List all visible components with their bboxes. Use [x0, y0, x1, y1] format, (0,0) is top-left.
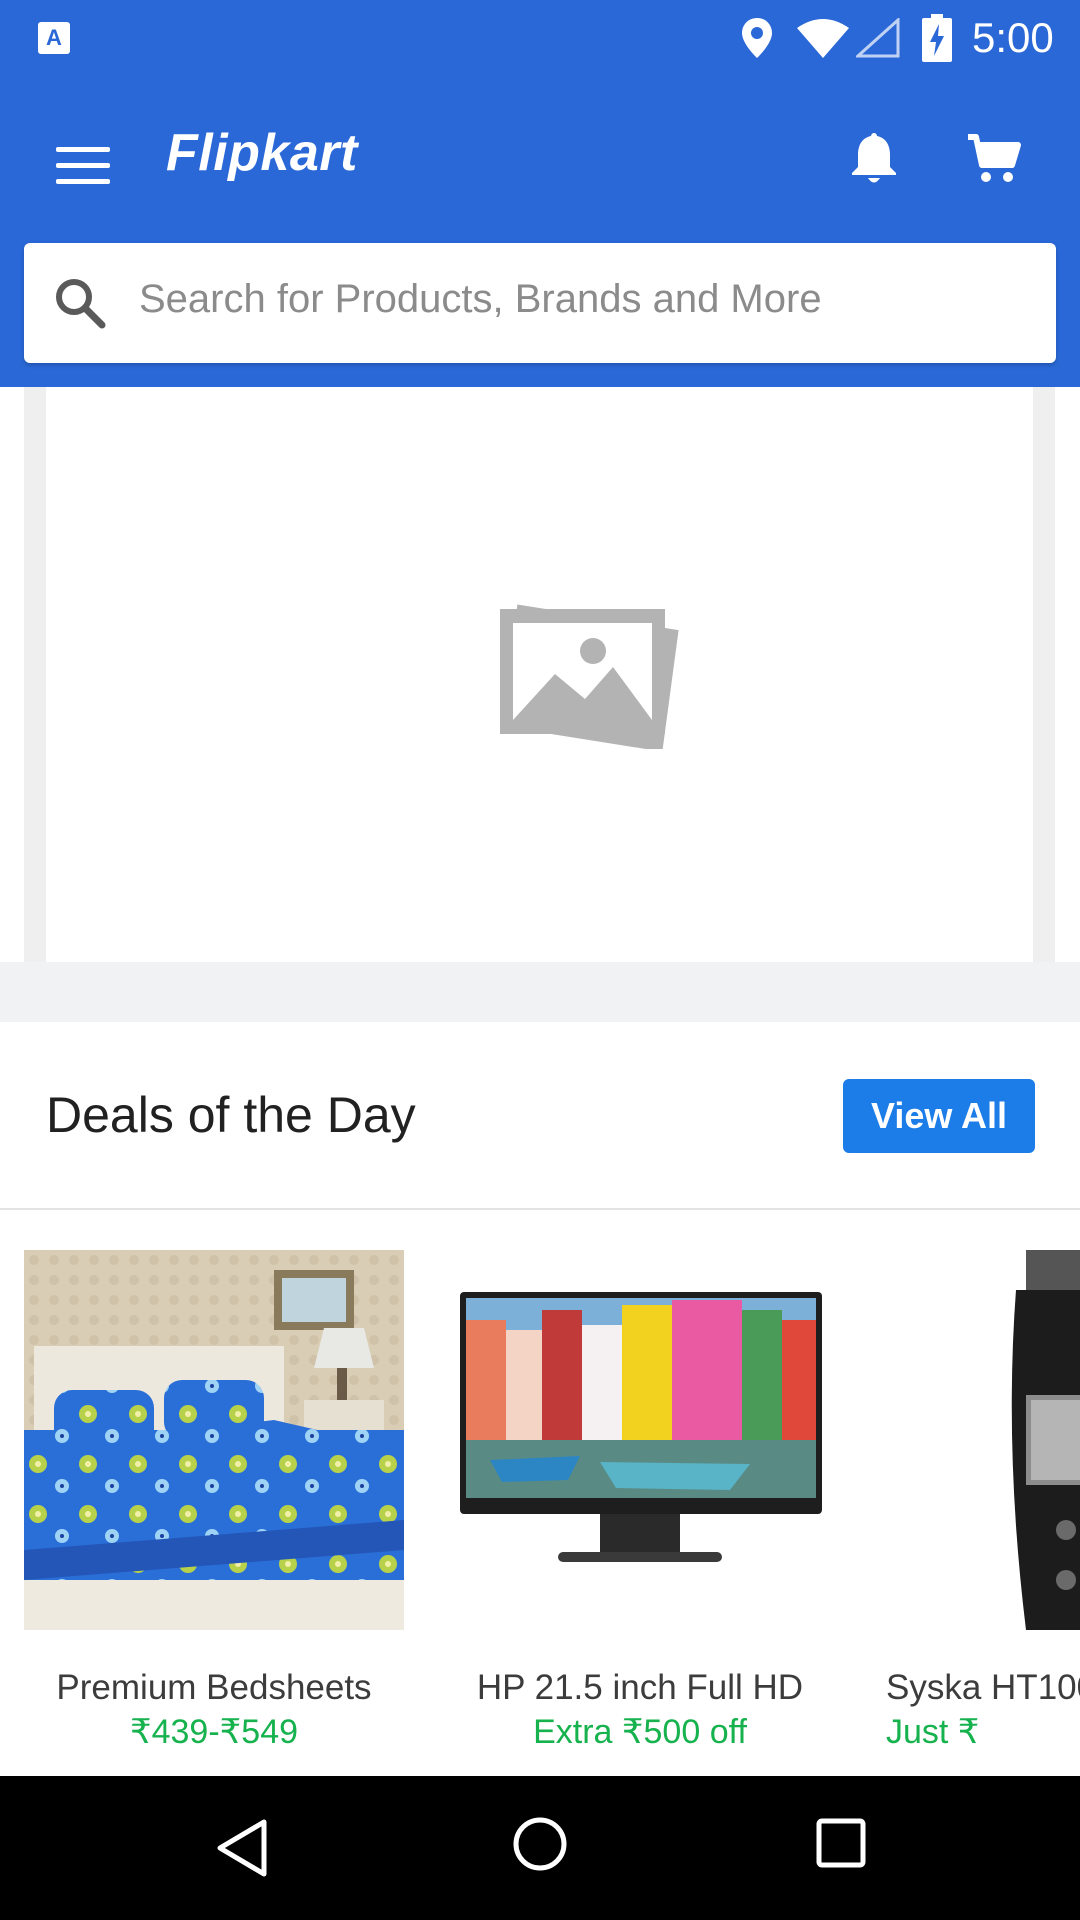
location-icon: [742, 18, 772, 58]
banner-carousel[interactable]: [0, 387, 1080, 962]
product-offer: Just ₹: [886, 1713, 980, 1751]
system-nav-bar: [0, 1776, 1080, 1920]
product-offer: Extra ₹500 off: [533, 1713, 747, 1751]
search-icon: [56, 279, 106, 329]
section-divider: [0, 962, 1080, 1022]
search-input[interactable]: Search for Products, Brands and More: [24, 243, 1056, 363]
signal-icon: [856, 18, 900, 58]
back-icon[interactable]: [212, 1816, 272, 1880]
product-offer: ₹439-₹549: [129, 1713, 299, 1751]
banner-card[interactable]: [47, 387, 1032, 962]
notification-app-icon: A: [38, 22, 70, 54]
battery-charging-icon: [922, 14, 952, 62]
recents-icon[interactable]: [816, 1818, 866, 1868]
product-name: HP 21.5 inch Full HD: [476, 1668, 804, 1707]
view-all-button[interactable]: View All: [843, 1079, 1035, 1153]
menu-icon[interactable]: [52, 135, 112, 195]
product-name: Premium Bedsheets: [56, 1668, 372, 1707]
status-bar: A 5:00: [0, 0, 1080, 75]
search-placeholder: Search for Products, Brands and More: [139, 277, 822, 321]
deals-section: Deals of the Day View All Premium Bedshe…: [0, 1022, 1080, 1776]
banner-peek-left: [24, 387, 46, 962]
banner-peek-right: [1033, 387, 1055, 962]
deals-title: Deals of the Day: [46, 1087, 416, 1143]
product-card[interactable]: Syska HT100 Just ₹: [876, 1250, 1080, 1790]
product-image-bedsheet: [24, 1250, 404, 1630]
bell-icon[interactable]: [848, 131, 900, 185]
home-icon[interactable]: [512, 1816, 568, 1872]
image-placeholder-icon: [500, 604, 679, 749]
brand-logo[interactable]: Flipkart: [166, 123, 358, 183]
deals-header: Deals of the Day View All: [0, 1022, 1080, 1210]
app-bar: Flipkart Search for Products, Brands and…: [0, 75, 1080, 387]
product-image-monitor: [450, 1250, 830, 1630]
wifi-icon: [797, 19, 849, 58]
product-card[interactable]: HP 21.5 inch Full HD Extra ₹500 off: [450, 1250, 830, 1790]
product-image-trimmer: [876, 1250, 1080, 1630]
status-time: 5:00: [972, 14, 1054, 61]
product-name: Syska HT100: [886, 1668, 1080, 1707]
product-card[interactable]: Premium Bedsheets ₹439-₹549: [24, 1250, 404, 1790]
cart-icon[interactable]: [966, 133, 1022, 185]
app-screen: A 5:00 Flipkart Search for Products, Bra…: [0, 0, 1080, 1920]
